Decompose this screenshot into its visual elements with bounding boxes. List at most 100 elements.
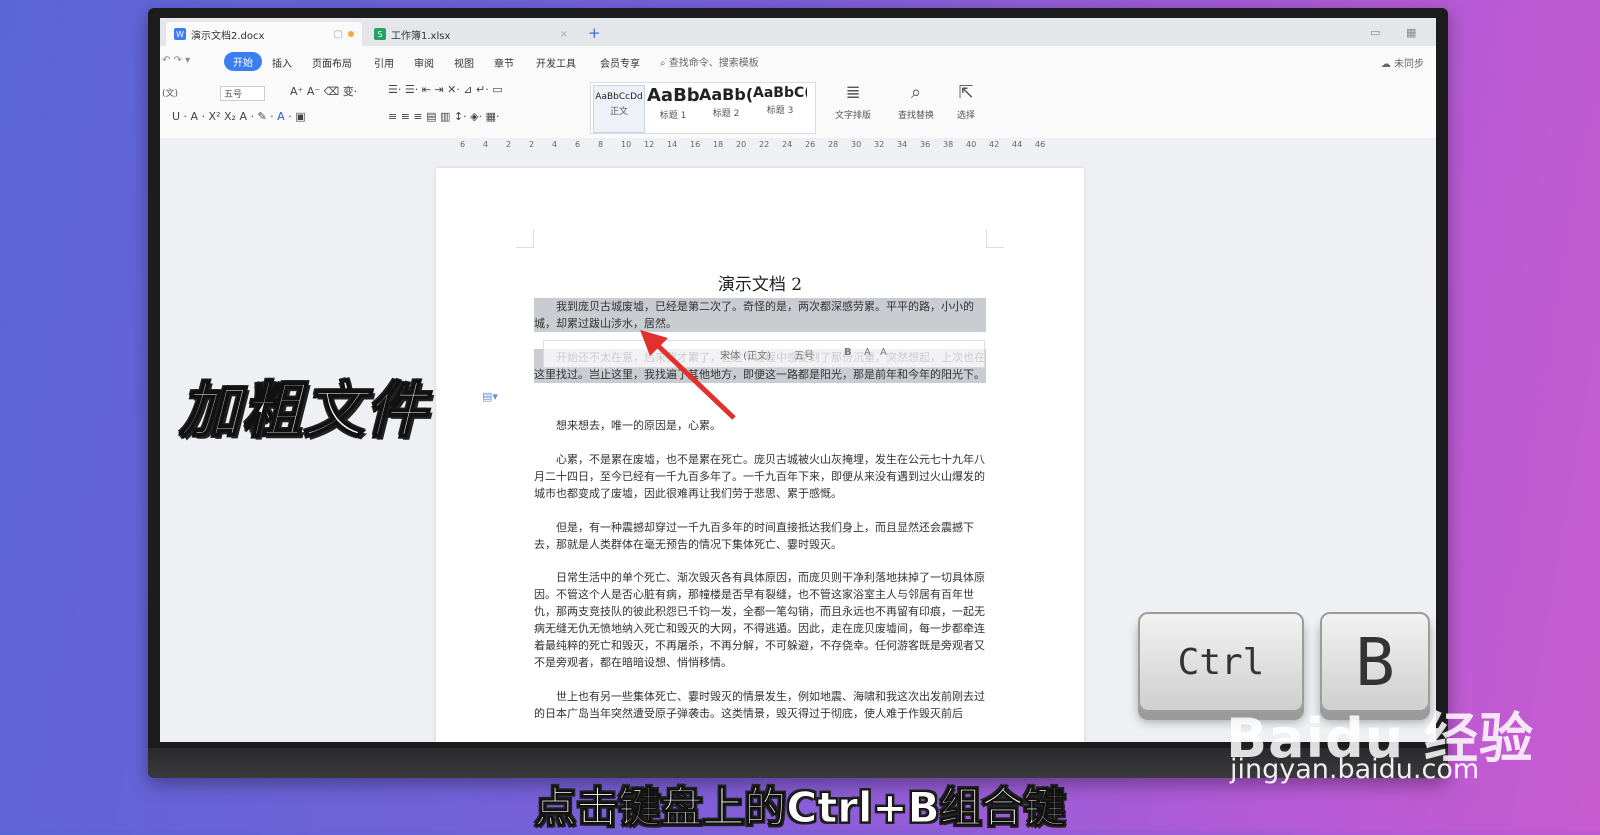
tab-bar: W 演示文档2.docx ▢ S 工作簿1.xlsx × + ▭ ▦: [160, 18, 1436, 46]
document-page[interactable]: 演示文档 2 我到庞贝古城废墟，已经是第二次了。奇怪的是，两次都深感劳累。平平的…: [436, 168, 1084, 742]
menu-insert[interactable]: 插入: [272, 55, 292, 70]
menu-developer[interactable]: 开发工具: [536, 55, 576, 70]
mini-grow-font[interactable]: A: [864, 347, 871, 358]
font-size-select[interactable]: 五号: [220, 86, 266, 101]
overlay-title: 加粗文件: [179, 375, 428, 447]
subtitle-caption: 点击键盘上的Ctrl+B组合键: [534, 783, 1066, 833]
tab-workbook[interactable]: S 工作簿1.xlsx ×: [366, 22, 576, 46]
text-layout-label: 文字排版: [834, 111, 871, 121]
ruler-tick: 28: [828, 140, 839, 149]
style-heading-2[interactable]: AaBb( 标题 2: [699, 85, 753, 131]
style-h3-caption: 标题 3: [766, 106, 794, 116]
font-name-select[interactable]: (文): [162, 86, 178, 99]
select-label: 选择: [956, 111, 975, 121]
sheet-doc-icon: S: [374, 28, 386, 40]
menu-page-layout[interactable]: 页面布局: [312, 55, 352, 70]
ruler-tick: 6: [575, 140, 581, 149]
search-icon: ⌕: [660, 58, 669, 69]
new-tab-icon[interactable]: +: [588, 24, 601, 42]
ruler-tick: 40: [966, 140, 977, 149]
paragraph-align-icons[interactable]: ≡ ≡ ≡ ▤ ▥ ↕· ◈· ▦·: [388, 110, 499, 123]
red-arrow-icon: [640, 330, 736, 420]
ruler-tick: 44: [1012, 140, 1023, 149]
window-mode-icon[interactable]: ▭: [1370, 26, 1380, 39]
ruler-tick: 22: [759, 140, 770, 149]
margin-corner-top-right: [986, 230, 1004, 248]
command-search-placeholder: 查找命令、搜索模板: [668, 58, 759, 69]
sync-status[interactable]: ☁ 未同步: [1381, 55, 1424, 70]
list-indent-icons[interactable]: ☰· ☰· ⇤ ⇥ ✕· ⊿ ↵· ▭: [388, 83, 503, 96]
text-layout-icon: ≣: [845, 82, 861, 103]
ruler-tick: 32: [874, 140, 885, 149]
ruler-tick: 4: [483, 140, 489, 149]
font-grow-shrink-icon[interactable]: A⁺ A⁻ ⌫ 变·: [290, 83, 357, 99]
ruler-tick: 2: [506, 140, 512, 149]
find-replace-label: 查找替换: [897, 111, 934, 121]
document-title: 演示文档 2: [717, 275, 803, 295]
tab-document[interactable]: W 演示文档2.docx ▢: [166, 22, 362, 46]
paragraph-1[interactable]: 我到庞贝古城废墟，已经是第二次了。奇怪的是，两次都深感劳累。平平的路，小小的城，…: [534, 298, 986, 332]
ribbon: (文) 五号 A⁺ A⁻ ⌫ 变· U · A · X² X₂ A · ✎ · …: [160, 78, 1436, 139]
sync-label: 未同步: [1394, 59, 1424, 70]
mini-font-size[interactable]: 五号: [794, 347, 814, 362]
mini-shrink-font[interactable]: A: [880, 347, 887, 358]
ruler-tick: 38: [943, 140, 954, 149]
find-replace-button[interactable]: ⌕ 查找替换: [888, 82, 944, 122]
menu-view[interactable]: 视图: [454, 55, 474, 70]
floating-mini-toolbar[interactable]: 宋体 (正文) 五号 B A A: [543, 340, 985, 368]
tab-document-label: 演示文档2.docx: [191, 30, 265, 42]
menu-references[interactable]: 引用: [374, 55, 394, 70]
ruler-tick: 46: [1035, 140, 1046, 149]
style-gallery: AaBbCcDd 正文 AaBb 标题 1 AaBb( 标题 2 AaBbC( …: [590, 82, 816, 134]
ruler-tick: 16: [690, 140, 701, 149]
quick-access-icon[interactable]: ↶ ↷ ▾: [162, 55, 190, 66]
text-format-icons[interactable]: U · A · X² X₂ A · ✎ · A · ▣: [172, 110, 306, 123]
ruler-tick: 8: [598, 140, 604, 149]
grid-apps-icon[interactable]: ▦: [1406, 26, 1416, 39]
ruler-tick: 14: [667, 140, 678, 149]
style-normal-sample: AaBbCcDd: [595, 92, 643, 102]
menu-chapter[interactable]: 章节: [494, 55, 514, 70]
ruler-tick: 26: [805, 140, 816, 149]
mini-bold-button[interactable]: B: [844, 347, 852, 358]
horizontal-ruler[interactable]: 6 4 2 2 4 6 8 10 12 14 16 18 20 22 24 26 28 30 32 34 36 38 40 4…: [160, 138, 1436, 154]
ruler-tick: 2: [529, 140, 535, 149]
style-h1-sample: AaBb: [647, 85, 700, 106]
menu-start[interactable]: 开始: [224, 52, 262, 71]
paragraph-handle-icon[interactable]: ▤▾: [482, 390, 498, 403]
tab-close-icon[interactable]: ×: [560, 29, 568, 40]
paragraph-3[interactable]: 想来想去，唯一的原因是，心累。: [534, 417, 986, 434]
ruler-tick: 30: [851, 140, 862, 149]
style-heading-1[interactable]: AaBb 标题 1: [647, 85, 700, 131]
style-normal[interactable]: AaBbCcDd 正文: [593, 85, 645, 133]
style-h1-caption: 标题 1: [659, 111, 687, 121]
style-h2-caption: 标题 2: [712, 109, 740, 119]
tab-workbook-label: 工作簿1.xlsx: [391, 30, 451, 42]
unsaved-dot-icon: [348, 31, 354, 37]
style-h3-sample: AaBbC(: [753, 85, 807, 101]
style-normal-caption: 正文: [609, 107, 628, 117]
ruler-tick: 18: [713, 140, 724, 149]
ruler-tick: 24: [782, 140, 793, 149]
tab-menu-icon[interactable]: ▢: [334, 29, 343, 40]
ruler-tick: 34: [897, 140, 908, 149]
command-search[interactable]: ⌕ 查找命令、搜索模板: [660, 54, 759, 69]
paragraph-5[interactable]: 但是，有一种震撼却穿过一千九百多年的时间直接抵达我们身上，而且显然还会震撼下去，…: [534, 519, 986, 553]
paragraph-4[interactable]: 心累，不是累在废墟，也不是累在死亡。庞贝古城被火山灰掩埋，发生在公元七十九年八月…: [534, 451, 986, 502]
text-layout-button[interactable]: ≣ 文字排版: [828, 82, 878, 122]
ruler-tick: 4: [552, 140, 558, 149]
magnifier-icon: ⌕: [910, 82, 922, 103]
select-button[interactable]: ⇱ 选择: [946, 82, 986, 122]
style-h2-sample: AaBb(: [699, 85, 753, 104]
paragraph-6[interactable]: 日常生活中的单个死亡、渐次毁灭各有具体原因，而庞贝则干净利落地抹掉了一切具体原因…: [534, 569, 986, 671]
menu-member[interactable]: 会员专享: [600, 55, 640, 70]
cloud-icon: ☁: [1380, 59, 1394, 70]
ruler-tick: 42: [989, 140, 1000, 149]
menu-bar: ↶ ↷ ▾ 开始 插入 页面布局 引用 审阅 视图 章节 开发工具 会员专享 ⌕…: [160, 46, 1436, 78]
paragraph-7[interactable]: 世上也有另一些集体死亡、霎时毁灭的情景发生，例如地震、海啸和我这次出发前刚去过的…: [534, 688, 986, 722]
ruler-tick: 12: [644, 140, 655, 149]
menu-review[interactable]: 审阅: [414, 55, 434, 70]
ruler-tick: 10: [621, 140, 632, 149]
ruler-tick: 6: [460, 140, 466, 149]
style-heading-3[interactable]: AaBbC( 标题 3: [753, 85, 807, 131]
